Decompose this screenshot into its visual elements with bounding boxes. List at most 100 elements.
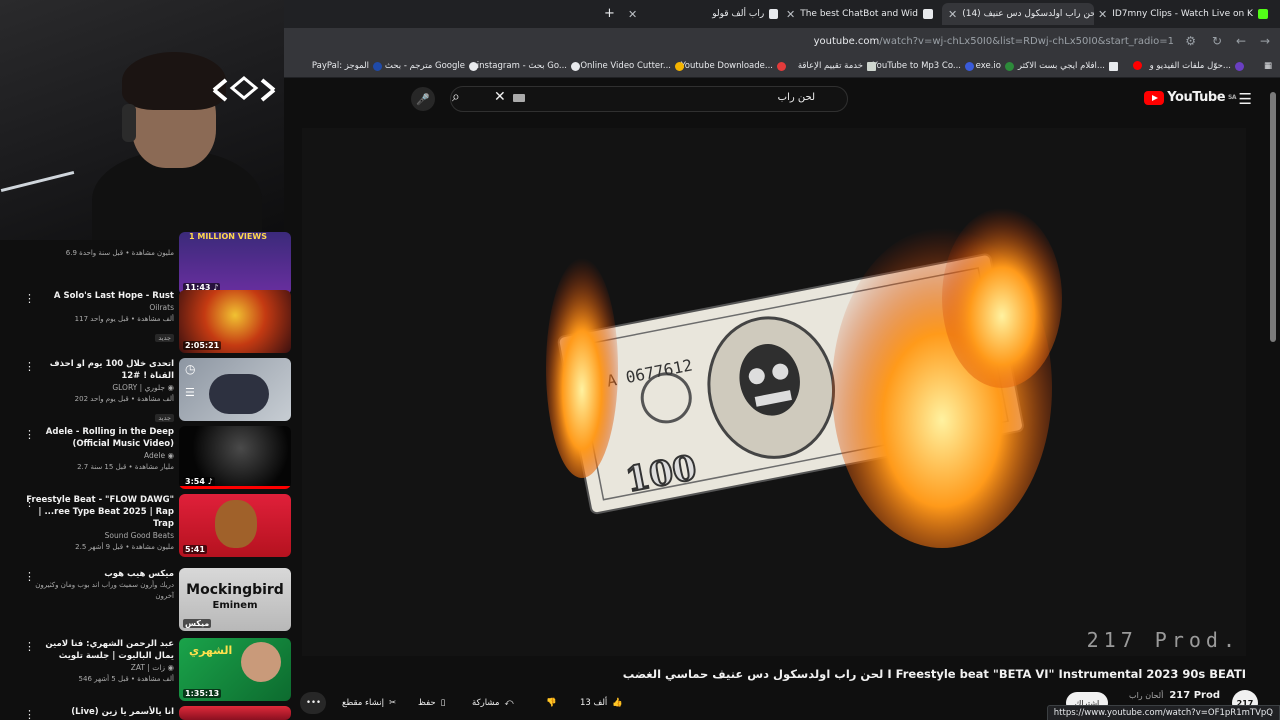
site-settings-icon[interactable]: ⚙ (1185, 34, 1196, 48)
channel-name[interactable]: 217 Prod (1169, 690, 1220, 701)
bookmark-item[interactable]: حوّل ملفات الفيديو و... (1150, 61, 1244, 71)
watch-later-icon[interactable]: ◷ (185, 362, 195, 376)
chatbot-icon (922, 9, 933, 19)
youtube-logo-text: YouTube (1167, 90, 1226, 105)
save-label: حفظ (418, 698, 436, 708)
search-icon[interactable]: ⌕ (452, 89, 460, 105)
channel-name[interactable]: Oilrats (24, 302, 174, 314)
video-thumbnail[interactable]: الشهري 1:35:13 (179, 638, 291, 701)
bookmark-item[interactable]: مترجم - بحث Google (385, 61, 478, 71)
video-title[interactable]: (Live) انا يالأسمر يا زين (24, 706, 174, 718)
bookmark-item[interactable]: افلام ايجي بست الاكثر... (1018, 61, 1118, 71)
more-actions-button[interactable]: ••• (300, 692, 326, 714)
channel-row: ZAT | زات ◉ (24, 662, 174, 674)
hamburger-menu-icon[interactable]: ☰ (1239, 90, 1252, 108)
webcam-overlay (0, 0, 284, 240)
dislike-button[interactable]: 👎 (538, 692, 565, 714)
bookmark-item[interactable]: instagram - بحث Go... (477, 61, 580, 71)
up-next-list: 6.9 مليون مشاهدة • قبل سنة واحدة 1 MILLI… (0, 232, 300, 720)
apps-grid-icon[interactable]: ▦ (1264, 61, 1272, 71)
close-tab-icon[interactable]: ✕ (628, 8, 637, 21)
bookmark-item[interactable]: خدمة تقييم الإعاقة (798, 61, 876, 71)
voice-search-button[interactable]: 🎤 (411, 87, 435, 111)
keyboard-icon[interactable] (513, 94, 525, 102)
scissors-icon: ✂ (388, 698, 397, 708)
bookmark-item[interactable] (1133, 61, 1142, 70)
mix-thumbnail-title: Mockingbird (186, 582, 284, 598)
clear-search-icon[interactable]: ✕ (494, 89, 506, 105)
bookmark-item[interactable]: Youtube Downloade... (681, 61, 786, 71)
forward-icon[interactable]: ← (1236, 34, 1246, 48)
video-title[interactable]: A Solo's Last Hope - Rust (24, 290, 174, 302)
bookmark-label: خدمة تقييم الإعاقة (797, 61, 863, 71)
bookmark-label: instagram - بحث Go... (476, 61, 567, 71)
close-tab-icon[interactable]: ✕ (1098, 8, 1107, 21)
video-thumbnail[interactable]: 5:41 (179, 494, 291, 557)
search-input[interactable]: لحن راب (450, 86, 848, 112)
like-button[interactable]: 13 ألف 👍 (572, 692, 631, 714)
youtube-logo[interactable]: YouTube SA (1144, 90, 1236, 105)
url-path: /watch?v=wj-chLx50I0&list=RDwj-chLx50I0&… (879, 36, 1174, 47)
bookmark-item[interactable]: PayPal: الموجز (312, 61, 382, 71)
headset (122, 104, 136, 142)
channel-name[interactable]: Adele (144, 451, 165, 460)
channel-name[interactable]: Sound Good Beats (24, 530, 174, 542)
video-thumbnail[interactable]: 3:54 ♪ (179, 426, 291, 489)
address-bar[interactable]: → ← ↻ ⚙ youtube.com/watch?v=wj-chLx50I0&… (284, 28, 1280, 56)
mix-thumbnail-artist: Eminem (212, 600, 258, 611)
bookmark-item[interactable]: exe.io (976, 61, 1014, 71)
bookmark-item[interactable]: Online Video Cutter... (580, 61, 684, 71)
close-tab-icon[interactable]: ✕ (786, 8, 795, 21)
bookmark-icon: ▯ (440, 698, 446, 708)
url-text[interactable]: youtube.com/watch?v=wj-chLx50I0&list=RDw… (814, 36, 1174, 47)
channel-info[interactable]: ألحان راب 217 Prod (1129, 690, 1220, 701)
back-icon[interactable]: → (1260, 34, 1270, 48)
share-button[interactable]: مشاركة ⤺ (464, 692, 522, 714)
add-to-queue-icon[interactable]: ☰ (185, 386, 195, 399)
video-title[interactable]: Adele - Rolling in the Deep (Official Mu… (24, 426, 174, 450)
mix-title[interactable]: ميكس هيب هوب (24, 568, 174, 580)
video-player[interactable]: 100 A 0677612 217 Prod. (302, 128, 1246, 656)
bookmark-item[interactable]: YouTube to Mp3 Co... (873, 61, 974, 71)
save-button[interactable]: حفظ ▯ (410, 692, 453, 714)
new-tab-button[interactable]: + (604, 6, 615, 21)
duration-badge: 3:54 ♪ (183, 477, 215, 486)
channel-name[interactable]: GLORY | جلوري (112, 383, 165, 392)
mix-thumbnail[interactable]: Mockingbird Eminem ميكس (179, 568, 291, 631)
youtube-header: 🎤 لحن راب ⌕ ✕ YouTube SA ☰ (284, 78, 1280, 120)
clip-button[interactable]: إنشاء مقطع ✂ (334, 692, 404, 714)
openai-icon (769, 9, 778, 19)
clip-label: إنشاء مقطع (342, 698, 384, 708)
video-views: 546 ألف مشاهدة • قبل 5 أشهر (78, 675, 174, 683)
tab-id7mny-clips[interactable]: ✕ ID7mny Clips - Watch Live on K (1098, 3, 1268, 25)
tab-current-video[interactable]: ✕ (14) لحن راب اولدسكول دس عنيف (942, 3, 1094, 25)
bookmark-label: حوّل ملفات الفيديو و... (1149, 61, 1231, 71)
bookmark-label: Youtube Downloade... (680, 61, 773, 71)
tab-label: ID7mny Clips - Watch Live on K (1112, 9, 1253, 19)
youtube-logo-icon (1144, 90, 1165, 105)
video-title[interactable]: Freestyle Beat - "FLOW DAWG" | ...ree Ty… (24, 494, 174, 530)
reload-icon[interactable]: ↻ (1212, 34, 1222, 48)
video-title[interactable]: اتحدى خلال 100 يوم او احذف القناة ! #12 (24, 358, 174, 382)
page-scrollbar[interactable] (1270, 92, 1276, 342)
tab-label: (14) لحن راب اولدسكول دس عنيف (962, 9, 1094, 19)
url-host: youtube.com (813, 36, 880, 47)
video-views: 6.9 مليون مشاهدة • قبل سنة واحدة (65, 249, 174, 257)
bookmark-icon (965, 61, 974, 71)
channel-row: Adele ◉ (24, 450, 174, 462)
verified-icon: ◉ (167, 383, 174, 392)
share-label: مشاركة (472, 698, 500, 708)
video-title[interactable]: عبد الرحمن الشهري: فنا لامين يمال البالي… (24, 638, 174, 662)
mix-badge: ميكس (183, 619, 212, 628)
background-light (0, 170, 75, 193)
tab-chatbot[interactable]: ✕ The best ChatBot and Wid (786, 3, 936, 25)
channel-name[interactable]: ZAT | زات (131, 663, 165, 672)
more-horizontal-icon: ••• (306, 698, 322, 708)
duration-badge: 1:35:13 (183, 689, 222, 698)
video-thumbnail[interactable]: ◷ ☰ (179, 358, 291, 421)
video-thumbnail[interactable]: 1 MILLION VIEWS 11:43 ♪ (179, 232, 291, 295)
video-thumbnail[interactable]: 2:05:21 (179, 290, 291, 353)
tab-rap[interactable]: ✕ راب ألف قولو (628, 3, 778, 25)
close-tab-icon[interactable]: ✕ (948, 8, 957, 21)
video-thumbnail[interactable] (179, 706, 291, 720)
